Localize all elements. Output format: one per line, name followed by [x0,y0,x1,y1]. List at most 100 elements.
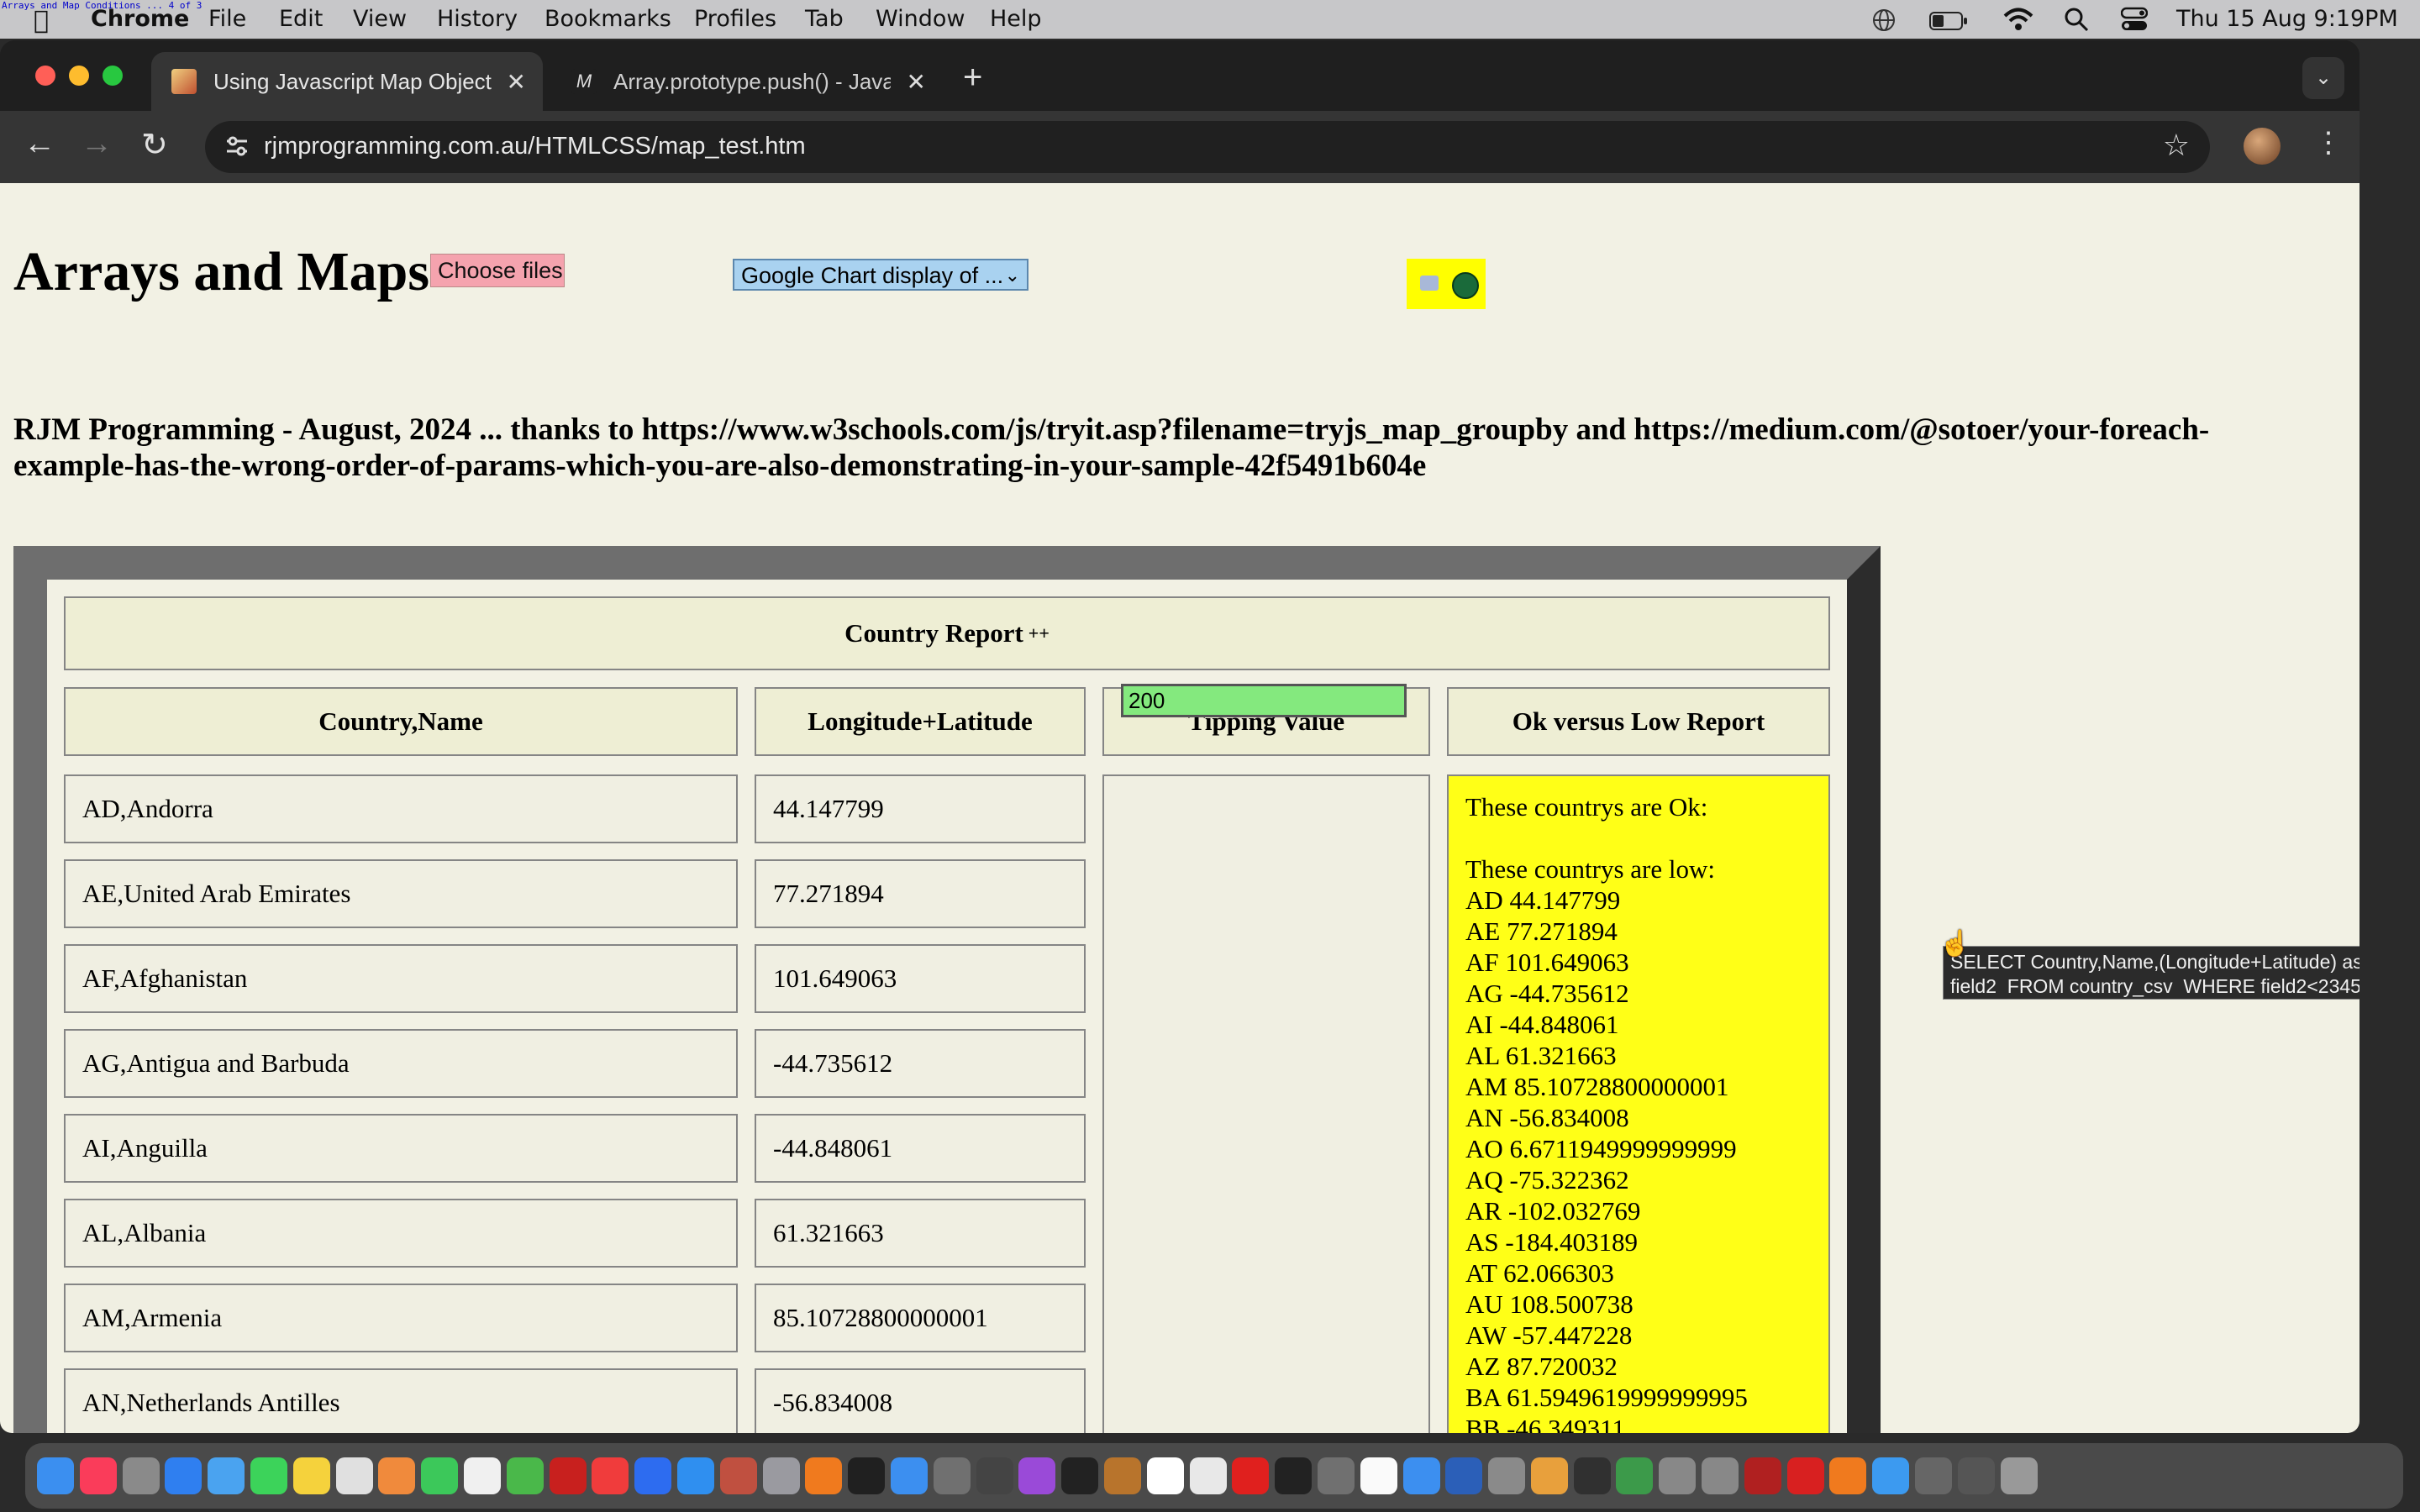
image-capture-icon[interactable] [933,1457,971,1494]
facetime-icon[interactable] [421,1457,459,1494]
close-tab-icon[interactable]: ✕ [907,68,926,96]
tab-array-prototype-push[interactable]: M Array.prototype.push() - Java ✕ [551,52,943,111]
menu-view[interactable]: View [353,6,407,32]
ok-versus-low-report: These countrys are Ok: These countrys ar… [1447,774,1830,1433]
tab-title: Array.prototype.push() - Java [613,68,891,94]
messages-icon[interactable] [250,1457,287,1494]
inkscape-icon[interactable] [1616,1457,1654,1494]
page-title: Arrays and Maps [13,241,430,302]
new-tab-icon[interactable]: + [963,59,982,97]
preview-icon[interactable] [762,1457,800,1494]
screenshot-icon[interactable] [1915,1457,1953,1494]
mdn-favicon-icon: M [571,69,597,94]
terminal-2-icon[interactable] [1275,1457,1313,1494]
database-icon[interactable] [1452,272,1479,299]
back-icon[interactable]: ← [24,126,55,162]
bbedit-icon[interactable] [976,1457,1013,1494]
menubar-clock[interactable]: Thu 15 Aug 9:19PM [2176,6,2398,32]
menu-tab[interactable]: Tab [805,6,844,32]
gimp-2-icon[interactable] [1702,1457,1739,1494]
firefox-icon[interactable] [805,1457,843,1494]
calculator-icon[interactable] [1317,1457,1355,1494]
tab-title: Using Javascript Map Object [213,68,492,94]
finder-2-icon[interactable] [1402,1457,1440,1494]
trash-icon[interactable] [2000,1457,2038,1494]
stacks-icon[interactable] [1957,1457,1995,1494]
profile-avatar[interactable] [2244,128,2281,165]
acrobat-icon[interactable] [1786,1457,1824,1494]
language-globe-icon[interactable] [1870,7,1897,39]
header-longitude-latitude: Longitude+Latitude [755,687,1086,756]
choose-files-button[interactable]: Choose files [430,254,565,287]
report-title-sup[interactable]: ++ [1028,622,1050,644]
photo-booth-icon[interactable] [719,1457,757,1494]
value-cell: 101.649063 [755,944,1086,1013]
menu-help[interactable]: Help [990,6,1042,32]
menu-app-chrome[interactable]: Chrome [91,6,189,32]
news-icon[interactable] [592,1457,629,1494]
google-chart-select[interactable]: Google Chart display of ... ⌄ [733,259,1028,291]
activity-monitor-icon[interactable] [1573,1457,1611,1494]
music-icon[interactable] [79,1457,117,1494]
battery-icon[interactable] [1929,10,1968,36]
url-text[interactable]: rjmprogramming.com.au/HTMLCSS/map_test.h… [264,133,806,160]
xcode-icon[interactable] [890,1457,928,1494]
tab-search-chevron-icon[interactable]: ⌄ [2302,57,2344,99]
finder-icon[interactable] [37,1457,74,1494]
pages-icon[interactable] [463,1457,501,1494]
filezilla-icon[interactable] [549,1457,587,1494]
browser-toolbar: ← → ↻ rjmprogramming.com.au/HTMLCSS/map_… [0,111,2360,183]
chrome-icon[interactable] [1189,1457,1227,1494]
terminal-icon[interactable] [1061,1457,1099,1494]
notes-icon[interactable] [292,1457,330,1494]
maps-icon[interactable] [506,1457,544,1494]
address-bar[interactable]: rjmprogramming.com.au/HTMLCSS/map_test.h… [205,121,2210,173]
reload-icon[interactable]: ↻ [141,126,168,164]
freeform-icon[interactable] [335,1457,373,1494]
safari-icon[interactable] [165,1457,203,1494]
firefox-2-icon[interactable] [1829,1457,1867,1494]
control-center-icon[interactable] [2120,7,2149,38]
mail-icon[interactable] [208,1457,245,1494]
podcasts-icon[interactable] [1018,1457,1056,1494]
photos-2-icon[interactable] [1530,1457,1568,1494]
site-info-icon[interactable] [224,133,250,164]
folder-icon[interactable] [1872,1457,1910,1494]
gimp-icon[interactable] [1659,1457,1697,1494]
email-icon[interactable] [1420,276,1439,291]
dictionary-icon[interactable] [1744,1457,1781,1494]
books-icon[interactable] [1103,1457,1141,1494]
country-cell: AE,United Arab Emirates [64,859,738,928]
launchpad-icon[interactable] [122,1457,160,1494]
close-window-button[interactable] [35,66,55,86]
bookmark-star-icon[interactable]: ☆ [2163,128,2190,163]
menu-bookmarks[interactable]: Bookmarks [544,6,671,32]
zoom-window-button[interactable] [103,66,123,86]
close-tab-icon[interactable]: ✕ [507,68,526,96]
calendar-icon[interactable] [1146,1457,1184,1494]
menu-edit[interactable]: Edit [279,6,323,32]
spotlight-search-icon[interactable] [2064,7,2089,38]
menu-file[interactable]: File [208,6,246,32]
tab-using-javascript-map-object[interactable]: Using Javascript Map Object ✕ [151,52,543,111]
system-settings-icon[interactable] [1488,1457,1526,1494]
apple-icon[interactable]:  [34,6,49,35]
menu-history[interactable]: History [437,6,518,32]
opera-icon[interactable] [1232,1457,1270,1494]
photos-icon[interactable] [378,1457,416,1494]
wifi-icon[interactable] [2003,7,2033,38]
tipping-value-input[interactable]: 200 [1121,684,1407,717]
chrome-menu-icon[interactable]: ⋮ [2314,126,2343,160]
menu-window[interactable]: Window [876,6,965,32]
app-store-icon[interactable] [676,1457,714,1494]
forward-icon[interactable]: → [81,126,113,162]
word-icon[interactable] [1445,1457,1483,1494]
ok-versus-low-text: These countrys are Ok: These countrys ar… [1465,792,1748,1433]
country-cell: AF,Afghanistan [64,944,738,1013]
textedit-icon[interactable] [1360,1457,1397,1494]
zoom-icon[interactable] [634,1457,672,1494]
menu-profiles[interactable]: Profiles [694,6,776,32]
value-cell: 77.271894 [755,859,1086,928]
apple-tv-icon[interactable] [848,1457,886,1494]
minimize-window-button[interactable] [69,66,89,86]
